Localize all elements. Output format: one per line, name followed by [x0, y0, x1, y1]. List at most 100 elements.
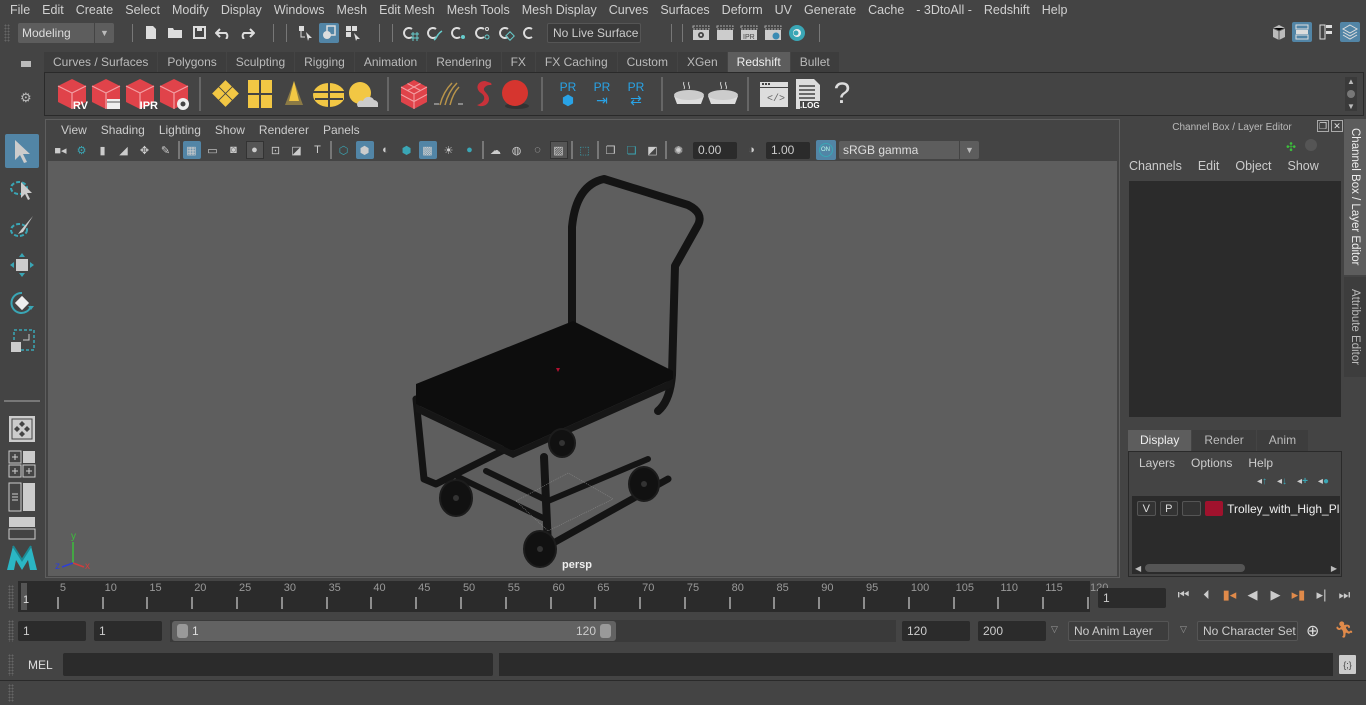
menuset-dropdown[interactable]: Modeling ▼: [18, 22, 114, 43]
live-surface-field[interactable]: No Live Surface: [547, 22, 641, 43]
layer-name[interactable]: Trolley_with_High_Plat: [1227, 502, 1340, 516]
camera-attributes-icon[interactable]: ⚙: [73, 141, 91, 159]
snap-live-surface-icon[interactable]: [497, 23, 517, 43]
auto-key-icon[interactable]: ⊕: [1306, 621, 1319, 641]
step-forward-key-icon[interactable]: ▸▮: [1287, 583, 1310, 607]
channel-box-icon[interactable]: [1340, 22, 1360, 42]
chevron-down-icon[interactable]: ▽: [1180, 624, 1187, 635]
move-tool-icon[interactable]: [5, 248, 39, 282]
motion-blur-icon[interactable]: ◍: [508, 141, 526, 159]
object-menu[interactable]: Object: [1235, 159, 1271, 173]
exposure-field[interactable]: 0.00: [693, 141, 737, 159]
range-start-handle[interactable]: [177, 624, 188, 638]
menu-generate[interactable]: Generate: [798, 3, 862, 17]
viewport-menu-shading[interactable]: Shading: [94, 123, 152, 137]
tab-anim[interactable]: Anim: [1256, 430, 1309, 451]
redshift-hair-icon[interactable]: [432, 76, 464, 112]
safe-action-icon[interactable]: ◪: [288, 141, 306, 159]
move-layer-down-icon[interactable]: ◂↓: [1277, 476, 1287, 487]
layer-playback-toggle[interactable]: P: [1159, 501, 1179, 516]
viewport-menu-lighting[interactable]: Lighting: [152, 123, 208, 137]
layout-outliner-icon[interactable]: [5, 482, 39, 512]
safe-title-icon[interactable]: T: [309, 141, 327, 159]
snap-live-icon[interactable]: [521, 23, 541, 43]
layer-row[interactable]: V P Trolley_with_High_Plat: [1132, 496, 1340, 516]
menu-mesh-tools[interactable]: Mesh Tools: [441, 3, 516, 17]
select-component-icon[interactable]: [343, 23, 363, 43]
paint-select-tool-icon[interactable]: [5, 210, 39, 244]
gear-icon[interactable]: ⚙: [20, 90, 32, 106]
new-scene-icon[interactable]: [141, 23, 161, 43]
bake-settings-icon[interactable]: [706, 76, 738, 112]
new-layer-icon[interactable]: ◂+: [1297, 476, 1308, 487]
menu-surfaces[interactable]: Surfaces: [654, 3, 715, 17]
isolate-select-icon[interactable]: ⬚: [576, 141, 594, 159]
film-gate-icon[interactable]: ▭: [204, 141, 222, 159]
move-layer-up-icon[interactable]: ◂↑: [1257, 476, 1267, 487]
xray-components-icon[interactable]: ◩: [644, 141, 662, 159]
tab-fx[interactable]: FX: [501, 52, 535, 72]
layer-color-swatch[interactable]: [1204, 501, 1224, 516]
save-scene-icon[interactable]: [189, 23, 209, 43]
playback-start-field[interactable]: 1: [94, 621, 162, 641]
bake-icon[interactable]: [672, 76, 704, 112]
redo-icon[interactable]: [237, 23, 257, 43]
color-management-toggle[interactable]: ON: [815, 140, 836, 160]
character-set-dropdown[interactable]: No Character Set: [1197, 621, 1298, 641]
redshift-render-view-icon[interactable]: RV: [56, 76, 88, 112]
snap-point-icon[interactable]: [449, 23, 469, 43]
tab-channel-box-vertical[interactable]: Channel Box / Layer Editor: [1344, 119, 1366, 275]
tab-curves-surfaces[interactable]: Curves / Surfaces: [44, 52, 158, 72]
menu-windows[interactable]: Windows: [268, 3, 331, 17]
show-menu[interactable]: Show: [1288, 159, 1319, 173]
snap-view-plane-icon[interactable]: [473, 23, 493, 43]
menu-3dtoall[interactable]: - 3DtoAll -: [910, 3, 978, 17]
xray-icon[interactable]: ❐: [602, 141, 620, 159]
grip-handle[interactable]: [8, 620, 14, 642]
go-to-start-icon[interactable]: ⏮: [1172, 583, 1195, 607]
menu-edit[interactable]: Edit: [36, 3, 70, 17]
scroll-thumb[interactable]: [1145, 564, 1246, 572]
viewport-menu-show[interactable]: Show: [208, 123, 252, 137]
pr-proxy-import-icon[interactable]: PR ⇥: [586, 76, 618, 112]
menu-curves[interactable]: Curves: [603, 3, 655, 17]
grease-pencil-icon[interactable]: ✎: [157, 141, 175, 159]
screen-space-ao-icon[interactable]: ☁: [487, 141, 505, 159]
tab-rendering[interactable]: Rendering: [427, 52, 501, 72]
log-file-icon[interactable]: .LOG: [792, 76, 824, 112]
gate-mask-icon[interactable]: ●: [245, 141, 264, 159]
animation-preferences-icon[interactable]: 🏃︎: [1334, 620, 1354, 640]
channel-list[interactable]: [1129, 181, 1341, 417]
menu-redshift[interactable]: Redshift: [978, 3, 1036, 17]
axis-gizmo-icon[interactable]: ✣: [1286, 140, 1296, 154]
select-hierarchy-icon[interactable]: [295, 23, 315, 43]
render-settings-icon[interactable]: [763, 23, 783, 43]
tab-rigging[interactable]: Rigging: [295, 52, 354, 72]
tab-bullet[interactable]: Bullet: [790, 52, 839, 72]
modeling-toolkit-icon[interactable]: [1268, 22, 1288, 42]
select-camera-icon[interactable]: ■◂: [52, 141, 70, 159]
redshift-proxy-icon[interactable]: [398, 76, 430, 112]
tool-settings-icon[interactable]: [1316, 22, 1336, 42]
redshift-sun-sky-icon[interactable]: [346, 76, 378, 112]
resolution-gate-icon[interactable]: ◙: [225, 141, 243, 159]
anim-layer-dropdown[interactable]: No Anim Layer: [1068, 621, 1169, 641]
command-input[interactable]: [63, 653, 493, 676]
playback-end-field[interactable]: 120: [902, 621, 970, 641]
pr-proxy-export-icon[interactable]: PR ⬢: [552, 76, 584, 112]
smooth-shade-icon[interactable]: ⬢: [355, 141, 374, 159]
range-slider[interactable]: 1 120: [172, 621, 616, 641]
tab-attribute-editor-vertical[interactable]: Attribute Editor: [1344, 277, 1366, 377]
current-frame-field[interactable]: 1: [1098, 588, 1166, 608]
snap-grid-icon[interactable]: [401, 23, 421, 43]
trolley-model[interactable]: y x z: [48, 161, 1117, 576]
tab-display[interactable]: Display: [1128, 430, 1192, 451]
render-frame-icon[interactable]: [715, 23, 735, 43]
redshift-dome-light-icon[interactable]: [312, 76, 344, 112]
layout-persp-graph-icon[interactable]: [5, 516, 39, 540]
animation-end-field[interactable]: 200: [978, 621, 1046, 641]
rotate-tool-icon[interactable]: [5, 286, 39, 320]
help-menu[interactable]: Help: [1248, 456, 1273, 470]
bookmark-icon[interactable]: ▮: [94, 141, 112, 159]
snap-curve-icon[interactable]: [425, 23, 445, 43]
